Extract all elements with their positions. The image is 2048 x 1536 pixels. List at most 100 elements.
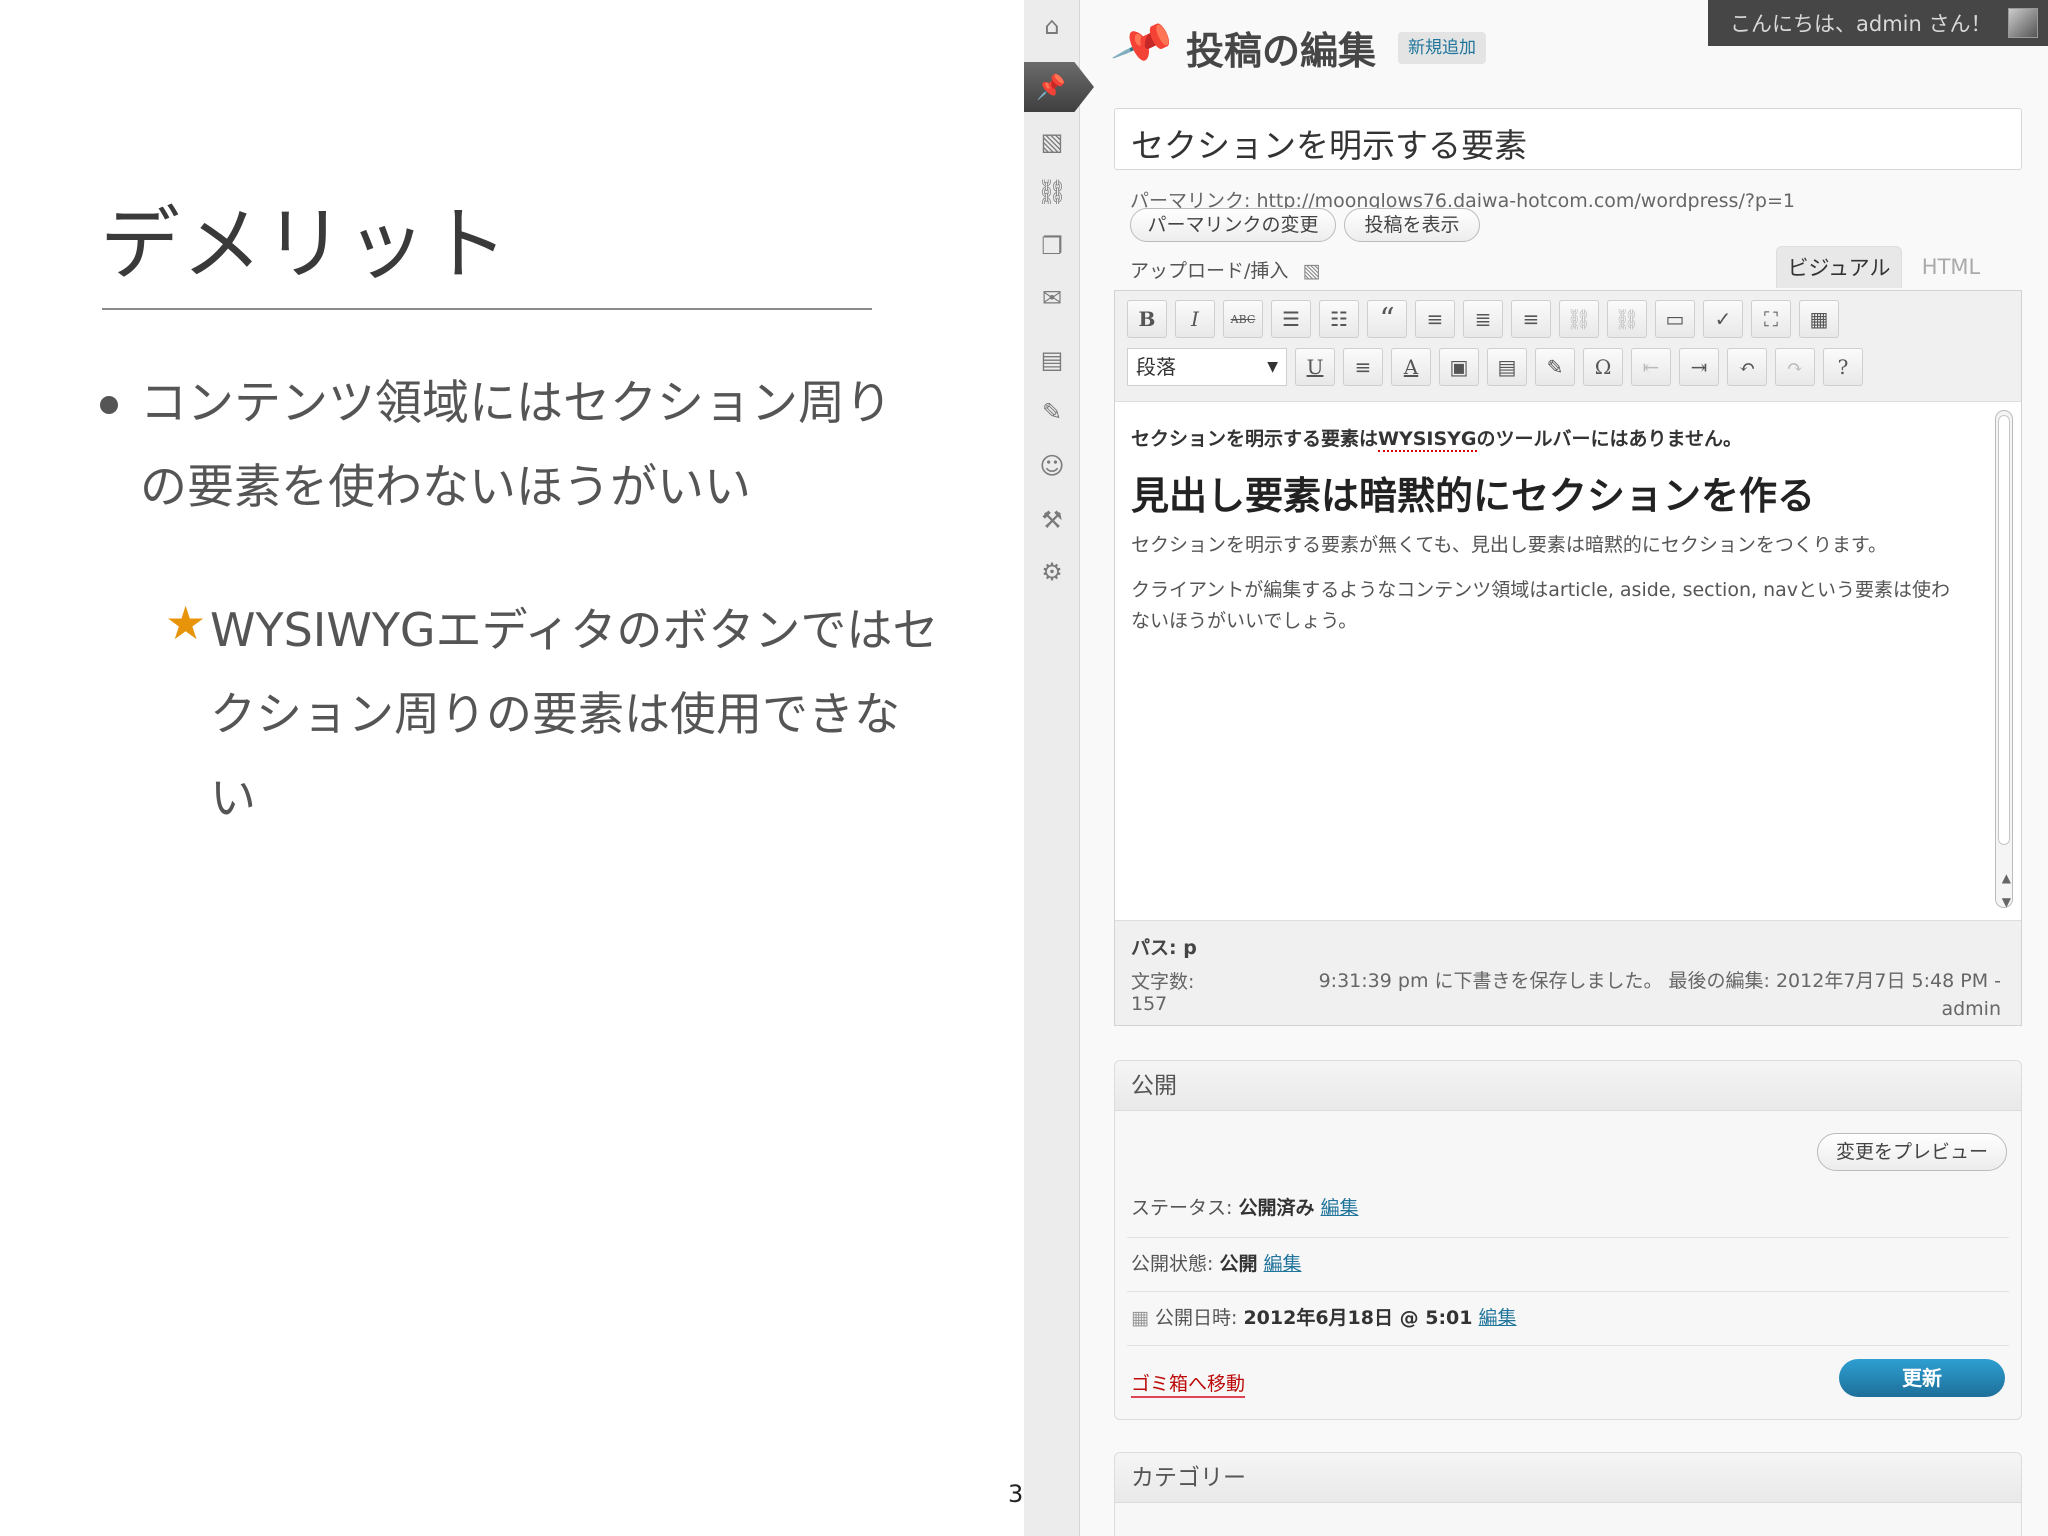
content-paragraph-1: セクションを明示する要素が無くても、見出し要素は暗黙的にセクションをつくります。 xyxy=(1131,534,1888,556)
editor-path: パス: p xyxy=(1131,937,1197,959)
divider xyxy=(1127,1291,2009,1292)
align-left-button[interactable]: ≡ xyxy=(1415,300,1455,338)
slide-title: デメリット xyxy=(100,198,510,291)
numbered-list-button[interactable]: ☷ xyxy=(1319,300,1359,338)
scroll-down-icon[interactable]: ▼ xyxy=(2002,895,2011,909)
status-value: 公開済み xyxy=(1238,1197,1315,1219)
comments-icon[interactable]: ✉ xyxy=(1036,282,1068,314)
preview-changes-button[interactable]: 変更をプレビュー xyxy=(1816,1133,2007,1171)
publish-date-label: 公開日時: xyxy=(1155,1307,1238,1329)
insert-link-button[interactable]: ⛓ xyxy=(1559,300,1599,338)
special-char-button[interactable]: Ω xyxy=(1583,348,1623,386)
chevron-down-icon: ▼ xyxy=(1267,359,1278,375)
word-count-label: 文字数: xyxy=(1131,971,1195,993)
content-heading: 見出し要素は暗黙的にセクションを作る xyxy=(1131,473,1816,518)
pushpin-icon: 📌 xyxy=(1108,11,1178,78)
visibility-label: 公開状態: xyxy=(1131,1253,1214,1275)
underline-button[interactable]: U xyxy=(1295,348,1335,386)
change-permalink-button[interactable]: パーマリンクの変更 xyxy=(1130,208,1336,242)
plugins-icon[interactable]: ✎ xyxy=(1036,396,1068,428)
scroll-up-icon[interactable]: ▲ xyxy=(2002,871,2011,885)
star-icon: ★ xyxy=(165,596,207,650)
view-post-button[interactable]: 投稿を表示 xyxy=(1344,208,1480,242)
align-center-button[interactable]: ≣ xyxy=(1463,300,1503,338)
publish-box-title[interactable]: 公開 xyxy=(1115,1061,2021,1111)
visibility-edit-link[interactable]: 編集 xyxy=(1264,1253,1302,1275)
page-heading: 投稿の編集 xyxy=(1186,29,1377,73)
kitchen-sink-button[interactable]: ▦ xyxy=(1799,300,1839,338)
paste-text-button[interactable]: ▣ xyxy=(1439,348,1479,386)
toolbar-row-1: B I ABC ☰ ☷ “ ≡ ≣ ≡ ⛓ ⛓ ▭ ✓ ⛶ ▦ xyxy=(1127,297,1839,341)
strikethrough-button[interactable]: ABC xyxy=(1223,300,1263,338)
upload-insert-label: アップロード/挿入 xyxy=(1130,260,1289,282)
status-row: ステータス: 公開済み 編集 xyxy=(1131,1193,1359,1220)
redo-button[interactable]: ↷ xyxy=(1775,348,1815,386)
fullscreen-button[interactable]: ⛶ xyxy=(1751,300,1791,338)
appearance-icon[interactable]: ▤ xyxy=(1036,344,1068,376)
admin-sidebar: ⌂ 📌 ▧ ⛓ ❐ ✉ ▤ ✎ ☺ ⚒ ⚙ xyxy=(1024,0,1094,1536)
media-icon[interactable]: ▧ xyxy=(1036,126,1068,158)
category-box-title[interactable]: カテゴリー xyxy=(1115,1453,2021,1503)
format-select-value: 段落 xyxy=(1136,355,1176,379)
users-icon[interactable]: ☺ xyxy=(1036,450,1068,482)
post-title-input[interactable]: セクションを明示する要素 xyxy=(1114,108,2022,170)
bullet-list-button[interactable]: ☰ xyxy=(1271,300,1311,338)
settings-icon[interactable]: ⚙ xyxy=(1036,556,1068,588)
media-upload-icon[interactable]: ▧ xyxy=(1302,260,1320,282)
publish-box: 公開 変更をプレビュー ステータス: 公開済み 編集 公開状態: 公開 編集 ▦… xyxy=(1114,1060,2022,1420)
category-box: カテゴリー xyxy=(1114,1452,2022,1536)
visibility-row: 公開状態: 公開 編集 xyxy=(1131,1249,1302,1276)
wordpress-screenshot: ⌂ 📌 ▧ ⛓ ❐ ✉ ▤ ✎ ☺ ⚒ ⚙ こんにちは、admin さん！ 📌 … xyxy=(1024,0,2048,1536)
divider xyxy=(1127,1345,2009,1346)
toolbar-row-2: 段落 ▼ U ≡ A ▣ ▤ ✎ Ω ⇤ ⇥ ↶ ↷ ? xyxy=(1127,345,1863,389)
help-button[interactable]: ? xyxy=(1823,348,1863,386)
insert-more-button[interactable]: ▭ xyxy=(1655,300,1695,338)
spellcheck-button[interactable]: ✓ xyxy=(1703,300,1743,338)
visibility-value: 公開 xyxy=(1219,1253,1258,1275)
update-button[interactable]: 更新 xyxy=(1839,1359,2005,1397)
italic-button[interactable]: I xyxy=(1175,300,1215,338)
content-paragraph-2: クライアントが編集するようなコンテンツ領域はarticle, aside, se… xyxy=(1131,579,1951,632)
misspelled-word: WYSISYG xyxy=(1378,428,1477,452)
bullet-dot xyxy=(100,396,118,414)
blockquote-button[interactable]: “ xyxy=(1367,300,1407,338)
outdent-button[interactable]: ⇤ xyxy=(1631,348,1671,386)
content-line-1-suffix: のツールバーにはありません。 xyxy=(1476,428,1742,450)
tools-icon[interactable]: ⚒ xyxy=(1036,504,1068,536)
unlink-button[interactable]: ⛓ xyxy=(1607,300,1647,338)
links-icon[interactable]: ⛓ xyxy=(1036,176,1068,208)
justify-button[interactable]: ≡ xyxy=(1343,348,1383,386)
divider xyxy=(1127,1237,2009,1238)
tab-html[interactable]: HTML xyxy=(1906,246,1996,288)
move-to-trash-link[interactable]: ゴミ箱へ移動 xyxy=(1131,1369,1246,1398)
undo-button[interactable]: ↶ xyxy=(1727,348,1767,386)
avatar[interactable] xyxy=(2008,8,2038,38)
publish-date-edit-link[interactable]: 編集 xyxy=(1479,1307,1517,1329)
greeting-text: こんにちは、admin さん！ xyxy=(1730,12,1992,36)
admin-greeting[interactable]: こんにちは、admin さん！ xyxy=(1708,0,2048,46)
clear-formatting-button[interactable]: ✎ xyxy=(1535,348,1575,386)
bold-button[interactable]: B xyxy=(1127,300,1167,338)
editor-scrollbar[interactable] xyxy=(1995,410,2013,908)
bullet-text: コンテンツ領域にはセクション周りの要素を使わないほうがいい xyxy=(140,376,892,515)
text-color-button[interactable]: A xyxy=(1391,348,1431,386)
status-edit-link[interactable]: 編集 xyxy=(1321,1197,1359,1219)
upload-insert[interactable]: アップロード/挿入 ▧ xyxy=(1130,256,1320,283)
editor: B I ABC ☰ ☷ “ ≡ ≣ ≡ ⛓ ⛓ ▭ ✓ ⛶ ▦ 段落 ▼ U ≡… xyxy=(1114,290,2022,1026)
sub-bullet-text: WYSIWYGエディタのボタンではセクション周りの要素は使用できない xyxy=(210,603,939,825)
tab-visual[interactable]: ビジュアル xyxy=(1776,246,1902,288)
publish-date-row: ▦ 公開日時: 2012年6月18日 @ 5:01 編集 xyxy=(1131,1303,1517,1330)
pages-icon[interactable]: ❐ xyxy=(1036,230,1068,262)
scrollbar-thumb[interactable] xyxy=(1998,415,2010,845)
paste-word-button[interactable]: ▤ xyxy=(1487,348,1527,386)
autosave-status: 9:31:39 pm に下書きを保存しました。 最後の編集: 2012年7月7日… xyxy=(1318,970,2001,1020)
format-select[interactable]: 段落 ▼ xyxy=(1127,348,1287,386)
content-line-1: セクションを明示する要素はWYSISYGのツールバーにはありません。 xyxy=(1131,424,1955,452)
dashboard-icon[interactable]: ⌂ xyxy=(1036,10,1068,42)
editor-content[interactable]: セクションを明示する要素はWYSISYGのツールバーにはありません。 見出し要素… xyxy=(1115,401,2021,921)
posts-icon[interactable]: 📌 xyxy=(1024,62,1094,112)
content-line-1-prefix: セクションを明示する要素は xyxy=(1131,428,1379,450)
add-new-button[interactable]: 新規追加 xyxy=(1398,32,1486,64)
indent-button[interactable]: ⇥ xyxy=(1679,348,1719,386)
align-right-button[interactable]: ≡ xyxy=(1511,300,1551,338)
